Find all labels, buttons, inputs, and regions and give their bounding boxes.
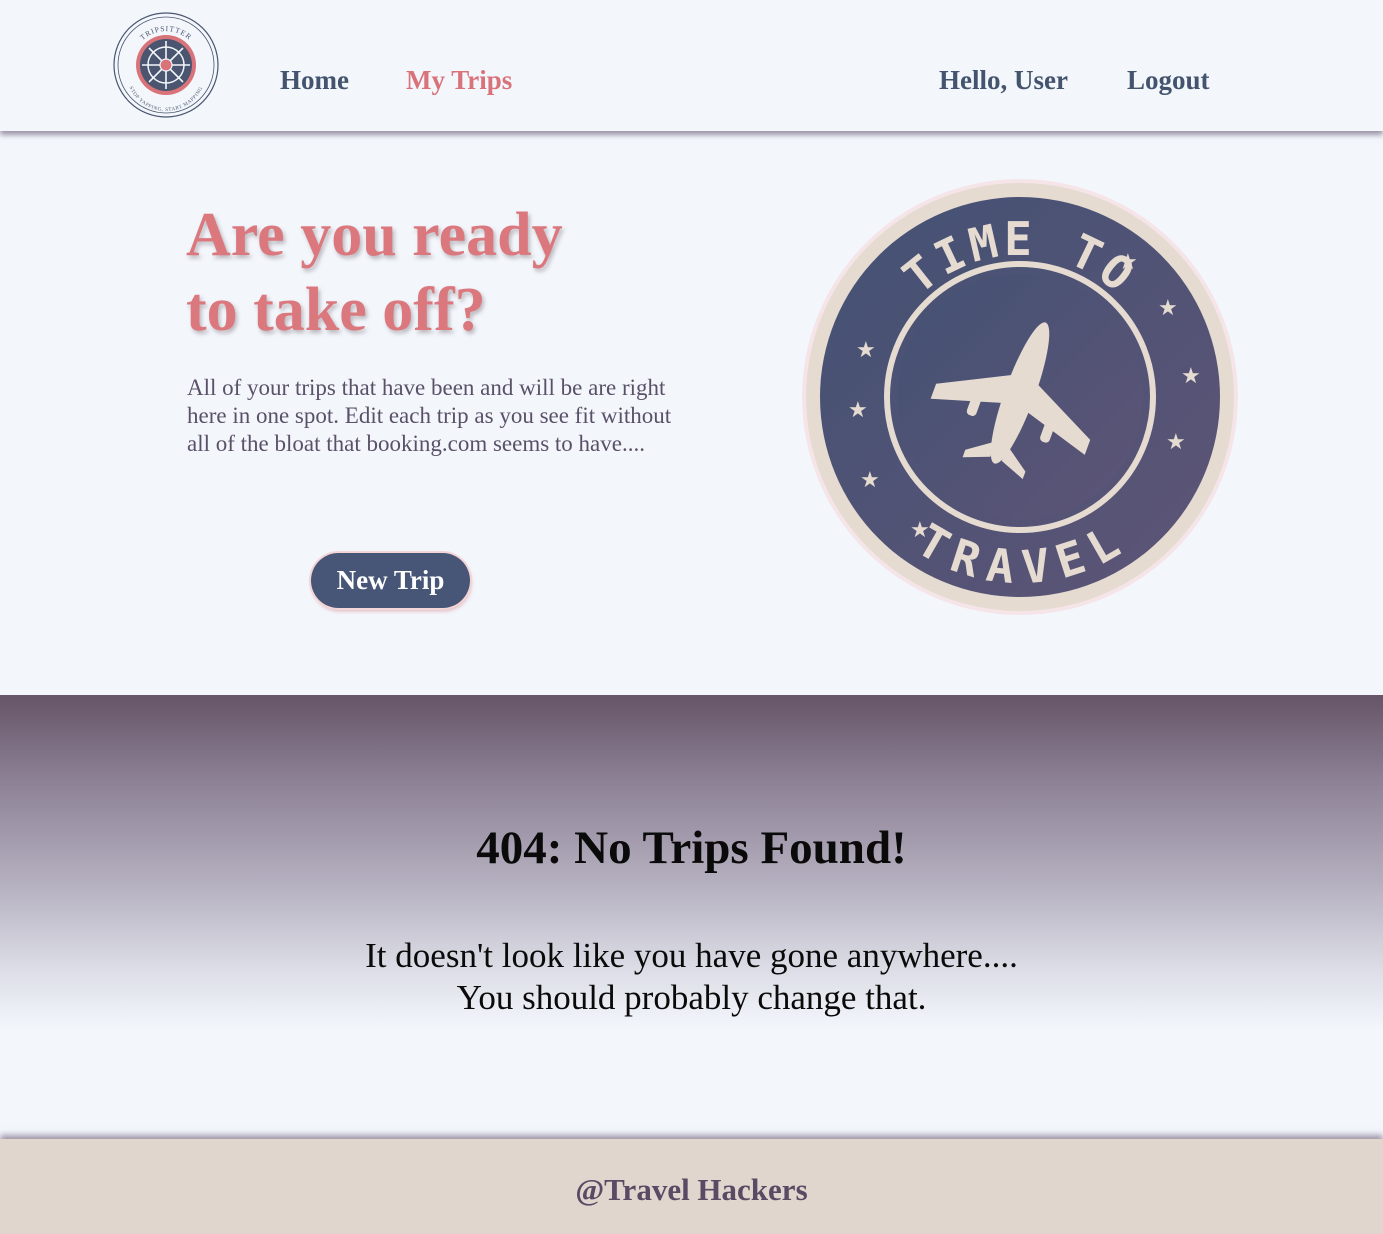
new-trip-button[interactable]: New Trip <box>311 553 470 608</box>
svg-text:★: ★ <box>848 398 868 423</box>
nav-home-link[interactable]: Home <box>280 64 349 96</box>
no-trips-message: It doesn't look like you have gone anywh… <box>0 935 1383 1019</box>
tripsitter-logo[interactable]: TRIPSITTER STOP YAPPING, START MAPPING <box>112 11 220 119</box>
navbar: TRIPSITTER STOP YAPPING, START MAPPING H… <box>0 0 1383 131</box>
hero-description: All of your trips that have been and wil… <box>187 375 672 456</box>
hero-title-line2: to take off? <box>186 276 486 344</box>
svg-text:★: ★ <box>1118 250 1138 275</box>
time-to-travel-stamp: TIME TO TRAVEL ★ ★ ★ ★ ★ ★ ★ ★ <box>802 179 1238 615</box>
nav-my-trips-link[interactable]: My Trips <box>406 64 512 96</box>
hero-title: Are you ready to take off? <box>186 198 706 348</box>
user-greeting: Hello, User <box>939 65 1068 95</box>
no-trips-line2: You should probably change that. <box>456 978 927 1017</box>
logout-link[interactable]: Logout <box>1127 64 1210 96</box>
footer-credit: @Travel Hackers <box>575 1172 808 1207</box>
svg-text:★: ★ <box>1181 364 1201 389</box>
svg-text:★: ★ <box>1158 296 1178 321</box>
svg-text:★: ★ <box>910 518 930 543</box>
no-trips-title: 404: No Trips Found! <box>476 822 907 874</box>
svg-text:★: ★ <box>856 338 876 363</box>
svg-text:★: ★ <box>860 468 880 493</box>
no-trips-line1: It doesn't look like you have gone anywh… <box>365 936 1018 975</box>
hero-title-line1: Are you ready <box>186 201 563 269</box>
svg-text:★: ★ <box>1166 430 1186 455</box>
